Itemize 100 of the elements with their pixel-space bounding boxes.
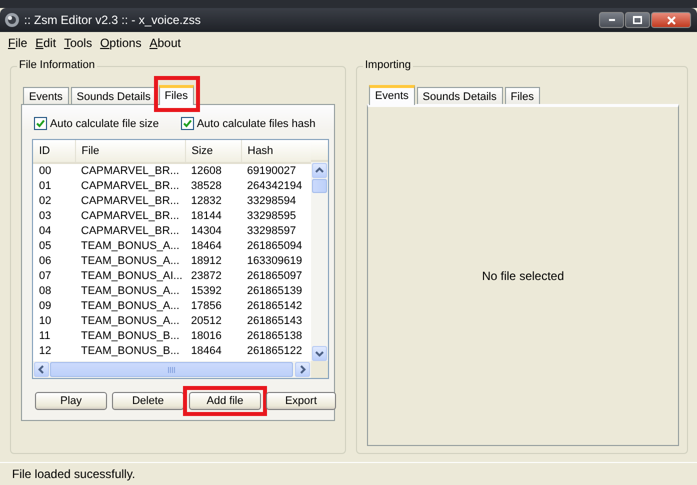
- close-icon: [666, 16, 676, 24]
- menu-item[interactable]: Edit: [31, 35, 60, 51]
- table-cell-text: 20512: [190, 314, 223, 329]
- table-cell-text: TEAM_BONUS_A...: [80, 254, 180, 269]
- table-cell-text: 261865097: [246, 269, 304, 284]
- menu-item[interactable]: Tools: [60, 35, 96, 51]
- table-cell-text: TEAM_BONUS_A...: [80, 314, 180, 329]
- table-cell-text: 11: [38, 329, 52, 344]
- scroll-up-button[interactable]: [312, 163, 327, 178]
- table-cell-text: 12832: [190, 194, 223, 209]
- window-title: :: Zsm Editor v2.3 :: - x_voice.zss: [24, 13, 202, 27]
- table-cell-text: TEAM_BONUS_A...: [80, 284, 180, 299]
- vertical-scrollbar[interactable]: [311, 162, 328, 362]
- minimize-button[interactable]: [599, 12, 624, 28]
- tab[interactable]: Events: [23, 87, 69, 104]
- scroll-thumb[interactable]: [312, 179, 327, 193]
- table-cell-text: 04: [38, 224, 52, 239]
- column-header: [311, 140, 328, 162]
- table-cell-text: 18464: [190, 344, 223, 359]
- table-cell-text: 23872: [190, 269, 223, 284]
- table-cell-text: 33298597: [246, 224, 297, 239]
- maximize-button[interactable]: [625, 12, 650, 28]
- maximize-icon: [633, 16, 642, 24]
- checkbox-icon[interactable]: [180, 117, 194, 130]
- checkbox[interactable]: Auto calculate file size: [34, 117, 159, 130]
- group-title: Importing: [363, 59, 413, 71]
- menu-item[interactable]: Options: [96, 35, 146, 51]
- table-cell-text: 07: [38, 269, 52, 284]
- table-cell-text: 14304: [190, 224, 223, 239]
- table-cell-text: 163309619: [246, 254, 304, 269]
- table-cell-text: 261865142: [246, 299, 304, 314]
- table-cell-text: 33298594: [246, 194, 297, 209]
- column-header[interactable]: Size: [185, 140, 241, 163]
- push-button[interactable]: Delete: [112, 392, 184, 410]
- checkbox-icon[interactable]: [34, 117, 47, 130]
- tab[interactable]: Sounds Details: [70, 87, 157, 104]
- horizontal-scrollbar[interactable]: [33, 361, 311, 378]
- table-cell: CAPMARVEL_BR...: [75, 163, 185, 179]
- push-button[interactable]: Export: [266, 392, 336, 410]
- scroll-left-button[interactable]: [34, 362, 49, 377]
- table-cell-text: 33298595: [246, 209, 297, 224]
- tab[interactable]: Events: [369, 85, 415, 105]
- table-cell-text: 18144: [190, 209, 223, 224]
- scroll-thumb[interactable]: [50, 362, 293, 377]
- table-cell-text: TEAM_BONUS_AI...: [80, 269, 184, 284]
- table-cell-text: TEAM_BONUS_B...: [80, 329, 180, 344]
- table-cell-text: TEAM_BONUS_B...: [80, 344, 180, 359]
- file-table[interactable]: [32, 139, 329, 379]
- scroll-right-button[interactable]: [295, 362, 310, 377]
- group-title: File Information: [17, 59, 97, 71]
- table-cell-text: TEAM_BONUS_A...: [80, 239, 180, 254]
- table-cell-text: 17856: [190, 299, 223, 314]
- table-cell-text: 10: [38, 314, 52, 329]
- table-cell-text: 06: [38, 254, 52, 269]
- status-text: File loaded sucessfully.: [12, 467, 136, 481]
- checkbox[interactable]: Auto calculate files hash: [180, 117, 316, 130]
- table-cell-text: 18912: [190, 254, 223, 269]
- table-cell-text: 264342194: [246, 179, 304, 194]
- table-cell-text: CAPMARVEL_BR...: [80, 179, 180, 194]
- push-button[interactable]: Add file: [189, 392, 261, 410]
- tab[interactable]: Sounds Details: [416, 87, 503, 104]
- table-cell-text: 05: [38, 239, 52, 254]
- table-cell-text: 261865122: [246, 344, 304, 359]
- menu-item[interactable]: About: [145, 35, 185, 51]
- minimize-icon: [608, 19, 614, 21]
- column-header[interactable]: Hash: [241, 140, 311, 163]
- table-cell-text: CAPMARVEL_BR...: [80, 209, 180, 224]
- scrollbar-corner: [311, 361, 328, 378]
- table-cell-text: 18016: [190, 329, 223, 344]
- highlight-frame: [154, 76, 200, 112]
- push-button[interactable]: Play: [35, 392, 107, 410]
- grip-icon: [168, 366, 175, 372]
- table-cell-text: 18464: [190, 239, 223, 254]
- table-cell-text: 02: [38, 194, 52, 209]
- table-cell-text: TEAM_BONUS_A...: [80, 299, 180, 314]
- column-header[interactable]: File: [75, 140, 185, 163]
- table-cell-text: 261865139: [246, 284, 304, 299]
- table-cell-text: 09: [38, 299, 52, 314]
- empty-message: No file selected: [482, 269, 564, 283]
- tab[interactable]: Files: [158, 85, 194, 105]
- table-cell-text: CAPMARVEL_BR...: [80, 224, 180, 239]
- menu-item[interactable]: File: [4, 35, 32, 51]
- column-header[interactable]: ID: [33, 140, 75, 163]
- table-cell-text: CAPMARVEL_BR...: [80, 194, 180, 209]
- table-cell-text: 261865143: [246, 314, 304, 329]
- table-cell-text: 01: [38, 179, 52, 194]
- app-icon: [4, 12, 20, 28]
- table-cell: 12608: [185, 163, 241, 179]
- table-cell-text: 03: [38, 209, 52, 224]
- tab[interactable]: Files: [504, 87, 540, 104]
- table-cell-text: 261865094: [246, 239, 304, 254]
- table-cell-text: 12: [38, 344, 52, 359]
- scroll-down-button[interactable]: [312, 346, 327, 361]
- close-button[interactable]: [651, 12, 691, 28]
- table-cell: 69190027: [241, 163, 311, 179]
- table-cell-text: 38528: [190, 179, 223, 194]
- table-cell-text: 08: [38, 284, 52, 299]
- table-cell-text: 15392: [190, 284, 223, 299]
- table-cell: 00: [33, 163, 75, 179]
- table-cell-text: 261865138: [246, 329, 304, 344]
